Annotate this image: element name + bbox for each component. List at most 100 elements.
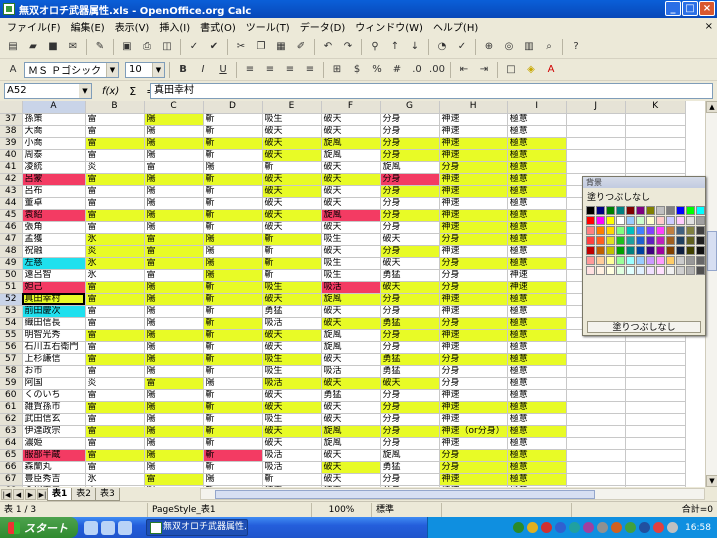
vertical-scroll-thumb[interactable] [707,231,717,271]
cell[interactable]: 濃姫 [22,437,86,450]
cell[interactable]: 分身 [380,329,440,342]
no-fill-option[interactable]: 塗りつぶしなし [583,188,705,205]
color-swatch[interactable] [596,226,605,235]
cell[interactable]: 斬 [262,473,322,486]
color-swatch[interactable] [666,206,675,215]
cell[interactable]: 神速 [439,149,508,162]
row-header[interactable]: 55 [0,329,23,342]
cell[interactable]: 吸生 [262,413,322,426]
color-swatch[interactable] [596,256,605,265]
cell[interactable]: 炎 [85,377,145,390]
cell[interactable]: 陽 [144,173,204,186]
cell[interactable]: 分身 [380,113,440,126]
color-swatch[interactable] [686,216,695,225]
color-swatch[interactable] [696,226,705,235]
color-swatch[interactable] [686,206,695,215]
font-size-select[interactable]: 10 ▼ [125,61,165,78]
sort-descending-icon[interactable]: ↓ [406,38,424,56]
format-paintbrush-icon[interactable]: ✐ [292,38,310,56]
cell[interactable]: 陽 [144,281,204,294]
cell[interactable]: 極意 [507,401,567,414]
cell[interactable]: 斬 [203,401,263,414]
cell[interactable]: 吸活 [262,461,322,474]
color-swatch[interactable] [646,246,655,255]
cell[interactable]: 斬 [203,389,263,402]
cell[interactable]: 雷 [144,377,204,390]
cell[interactable]: 吸生 [262,353,322,366]
color-swatch[interactable] [676,266,685,275]
cell[interactable]: 極意 [507,377,567,390]
cell[interactable]: 伊達政宗 [22,425,86,438]
cell[interactable]: 斬 [203,197,263,210]
cut-icon[interactable]: ✂ [232,38,250,56]
color-swatch[interactable] [686,246,695,255]
cell[interactable]: 斬 [203,305,263,318]
cell[interactable]: 分身 [380,173,440,186]
cell[interactable]: 極意 [507,209,567,222]
cell[interactable]: 雷 [85,365,145,378]
cell[interactable]: 雷 [85,425,145,438]
column-header-h[interactable]: H [439,101,508,114]
cell[interactable]: 斬 [203,353,263,366]
color-swatch[interactable] [616,216,625,225]
cell[interactable]: 旋風 [321,329,381,342]
color-swatch[interactable] [626,266,635,275]
cell[interactable]: 分身 [380,293,440,306]
cell[interactable]: 極意 [507,125,567,138]
cell[interactable]: 破天 [321,173,381,186]
cell[interactable]: 分身 [439,461,508,474]
cell[interactable]: 陽 [144,449,204,462]
color-swatch[interactable] [656,206,665,215]
cell[interactable]: 斬 [203,329,263,342]
color-swatch[interactable] [596,236,605,245]
email-icon[interactable]: ✉ [64,38,82,56]
cell[interactable]: 吸生 [262,113,322,126]
datasources-icon[interactable]: ▥ [520,38,538,56]
cell[interactable]: 織田信長 [22,317,86,330]
color-swatch[interactable] [676,236,685,245]
cell[interactable]: 吸生 [262,365,322,378]
cell[interactable]: 斬 [203,149,263,162]
cell[interactable]: 分身 [380,149,440,162]
scroll-down-icon[interactable]: ▼ [706,475,717,487]
tray-icon-11[interactable] [653,522,665,533]
cell[interactable]: 破天 [262,293,322,306]
sheet-tab-1[interactable]: 表1 [47,487,73,501]
color-swatch[interactable] [626,216,635,225]
cell[interactable]: 極意 [507,245,567,258]
row-header[interactable]: 50 [0,269,23,282]
cell[interactable]: 極意 [507,341,567,354]
cell[interactable]: 陽 [144,413,204,426]
color-swatch[interactable] [636,226,645,235]
cell[interactable]: 陽 [144,461,204,474]
cell[interactable]: 極意 [507,473,567,486]
row-header[interactable]: 41 [0,161,23,174]
color-swatch[interactable] [626,236,635,245]
cell[interactable]: 極意 [507,317,567,330]
cell[interactable]: 分身 [380,413,440,426]
cell[interactable]: 破天 [262,125,322,138]
cell[interactable]: 分身 [380,137,440,150]
cell[interactable]: 吸生 [321,269,381,282]
cell[interactable]: 破天 [380,233,440,246]
cell[interactable]: 雷 [144,473,204,486]
column-header-j[interactable]: J [566,101,626,114]
cell[interactable]: 破天 [321,449,381,462]
cell[interactable]: 斬 [203,209,263,222]
cell[interactable]: 陽 [144,365,204,378]
cell[interactable]: 極意 [507,425,567,438]
cell[interactable]: 勇猛 [321,389,381,402]
cell[interactable] [625,437,686,450]
cell[interactable]: 破天 [262,341,322,354]
cell[interactable]: 阿国 [22,377,86,390]
cell[interactable]: 雷 [85,329,145,342]
cell[interactable]: 斬 [203,113,263,126]
start-button[interactable]: スタート [0,517,78,538]
cell[interactable]: 張角 [22,221,86,234]
row-header[interactable]: 65 [0,449,23,462]
cell[interactable] [566,341,626,354]
cell[interactable]: 斬 [203,365,263,378]
cell[interactable]: 極意 [507,353,567,366]
paste-icon[interactable]: ▦ [272,38,290,56]
cell[interactable]: 陽 [144,197,204,210]
